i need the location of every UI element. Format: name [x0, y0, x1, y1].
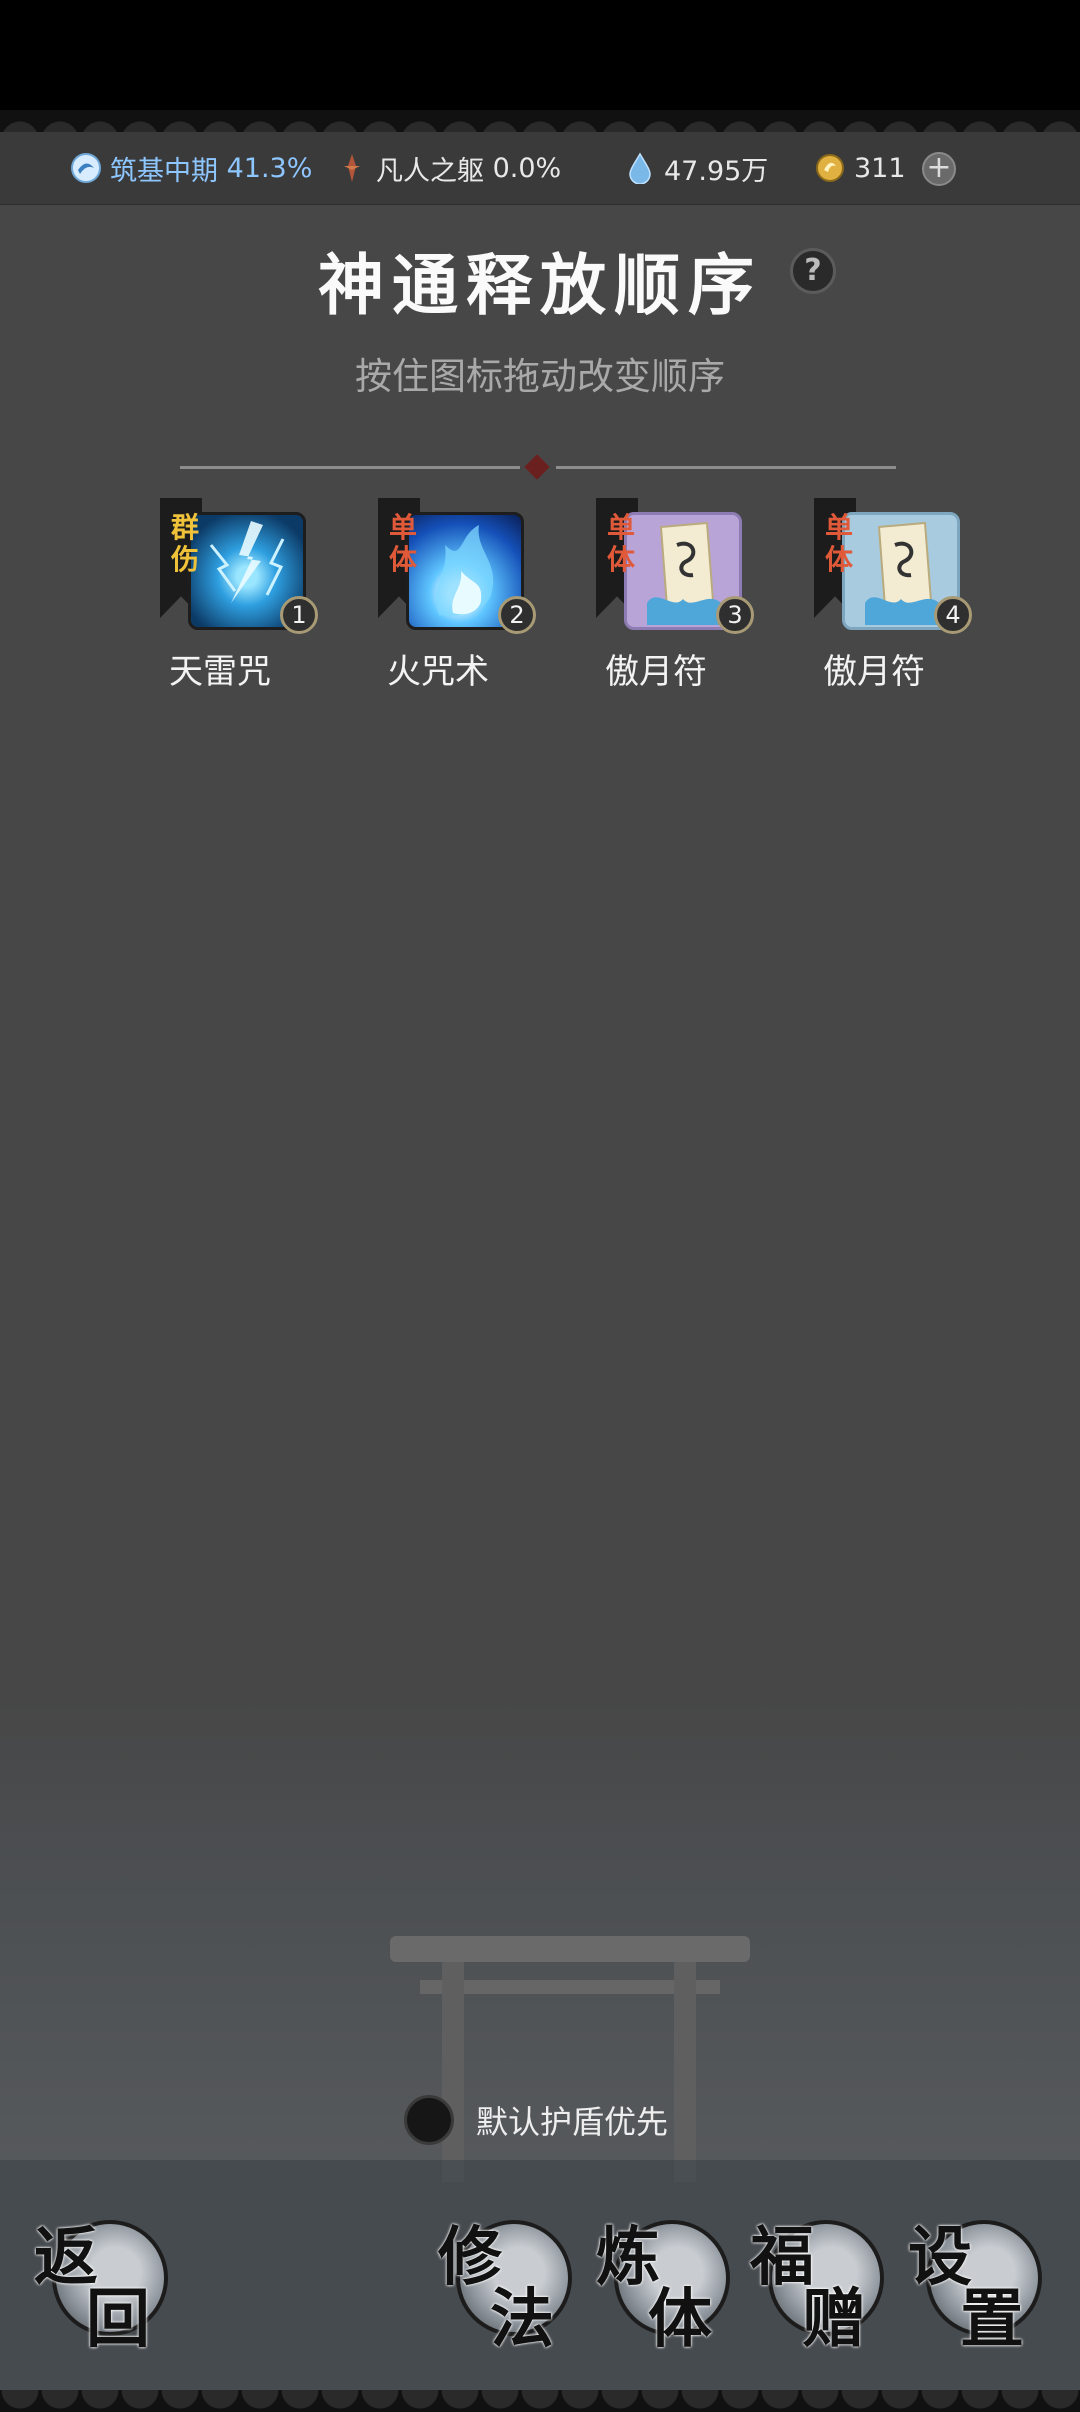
- settings-button[interactable]: 设 置: [908, 2216, 1042, 2357]
- shield-toggle-radio[interactable]: [404, 2095, 454, 2145]
- skill-name: 傲月符: [823, 652, 925, 692]
- skill-tag: 单体: [606, 511, 635, 576]
- divider-gem-icon: [524, 454, 550, 480]
- skill-order-badge: 3: [716, 596, 754, 634]
- shield-toggle-label: 默认护盾优先: [476, 2103, 669, 2141]
- body-refine-button[interactable]: 炼 体: [596, 2216, 730, 2357]
- realm-progress: 41.3%: [226, 152, 313, 184]
- page-title: 神通释放顺序: [318, 246, 762, 324]
- gift-button[interactable]: 福 赠: [750, 2216, 884, 2357]
- divider-right: [556, 466, 896, 469]
- top-black-bar: [0, 0, 1080, 110]
- torii-gate-top: [390, 1936, 750, 1962]
- skill-slot-4[interactable]: 单体 4 傲月符: [778, 496, 972, 696]
- body-label: 凡人之躯: [376, 155, 484, 187]
- skill-tag: 群伤: [170, 511, 199, 576]
- gift-char-2: 赠: [802, 2282, 866, 2357]
- skill-tag: 单体: [388, 511, 417, 576]
- skill-order-badge: 2: [498, 596, 536, 634]
- skill-name: 天雷咒: [169, 652, 271, 692]
- add-gold-button[interactable]: +: [922, 152, 956, 186]
- background-scene: [0, 1700, 1080, 2160]
- realm-stat[interactable]: 筑基中期 41.3%: [70, 150, 313, 187]
- spirit-drop-icon: [624, 152, 656, 185]
- torii-gate-pillar: [442, 1962, 464, 2182]
- gold-amount: 311: [854, 152, 906, 184]
- skill-slot-2[interactable]: 单体 2 火咒术: [342, 496, 536, 696]
- top-wave-border: [0, 110, 1080, 132]
- torii-gate-pillar: [674, 1962, 696, 2182]
- back-button[interactable]: 返 回: [34, 2216, 168, 2357]
- realm-orb-icon: [70, 152, 102, 184]
- spirit-stone-amount: 47.95万: [664, 155, 769, 187]
- shield-priority-toggle[interactable]: 默认护盾优先: [404, 2092, 668, 2148]
- body-flame-icon: [336, 152, 368, 184]
- cultivate-button[interactable]: 修 法: [438, 2216, 572, 2357]
- body-stat[interactable]: 凡人之躯 0.0%: [336, 150, 562, 187]
- back-char-2: 回: [86, 2282, 150, 2357]
- skill-slot-1[interactable]: 群伤 1 天雷咒: [124, 496, 318, 696]
- skill-name: 傲月符: [605, 652, 707, 692]
- gold-stat[interactable]: 311: [814, 150, 906, 186]
- page-subtitle: 按住图标拖动改变顺序: [355, 355, 725, 398]
- skill-order-badge: 4: [934, 596, 972, 634]
- bottom-wave-border: [0, 2390, 1080, 2412]
- spirit-stone-stat[interactable]: 47.95万: [624, 150, 769, 187]
- realm-label: 筑基中期: [110, 155, 218, 187]
- skill-order-badge: 1: [280, 596, 318, 634]
- skill-slot-3[interactable]: 单体 3 傲月符: [560, 496, 754, 696]
- resource-status-bar: 筑基中期 41.3% 凡人之躯 0.0% 47.95万 311: [0, 132, 1080, 205]
- help-button[interactable]: ?: [790, 248, 836, 294]
- skill-name: 火咒术: [387, 652, 489, 692]
- skill-tag: 单体: [824, 511, 853, 576]
- settings-char-2: 置: [960, 2282, 1024, 2357]
- body-progress: 0.0%: [492, 152, 562, 184]
- cultivate-char-2: 法: [490, 2282, 554, 2357]
- gold-coin-icon: [814, 152, 846, 184]
- divider-left: [180, 466, 520, 469]
- body-refine-char-2: 体: [648, 2282, 712, 2357]
